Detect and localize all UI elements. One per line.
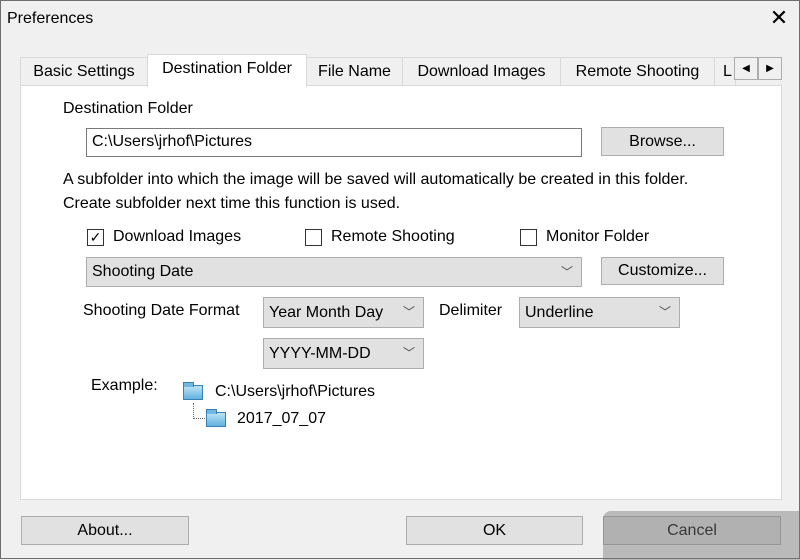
example-label: Example:: [91, 377, 158, 394]
tab-scroll-right-icon[interactable]: ▶: [758, 57, 782, 80]
about-button[interactable]: About...: [21, 516, 189, 545]
window-title: Preferences: [7, 10, 94, 27]
tab-file-name[interactable]: File Name: [306, 57, 403, 86]
date-format-label: Shooting Date Format: [83, 302, 240, 319]
browse-button[interactable]: Browse...: [601, 127, 724, 156]
tab-download-images[interactable]: Download Images: [402, 57, 561, 86]
folder-icon: [183, 382, 203, 400]
chevron-down-icon: ﹀: [560, 265, 573, 279]
date-format-select[interactable]: Year Month Day ﹀: [263, 297, 424, 328]
tab-destination-folder[interactable]: Destination Folder: [147, 54, 307, 87]
date-format-value: Year Month Day: [269, 304, 384, 321]
monitor-folder-checkbox[interactable]: [520, 229, 537, 246]
chevron-down-icon: ﹀: [402, 305, 415, 319]
subfolder-select[interactable]: Shooting Date ﹀: [86, 257, 582, 287]
date-pattern-select[interactable]: YYYY-MM-DD ﹀: [263, 338, 424, 369]
example-root-path: C:\Users\jrhof\Pictures: [215, 383, 376, 400]
remote-shooting-checkbox[interactable]: [305, 229, 322, 246]
subfolder-value: Shooting Date: [92, 263, 194, 280]
close-icon[interactable]: ✕: [767, 5, 791, 31]
delimiter-label: Delimiter: [439, 302, 503, 319]
example-subfolder: 2017_07_07: [237, 410, 326, 427]
customize-button[interactable]: Customize...: [601, 257, 724, 285]
remote-shooting-label[interactable]: Remote Shooting: [331, 228, 455, 246]
tab-truncated[interactable]: L: [714, 57, 736, 86]
download-images-label[interactable]: Download Images: [113, 228, 241, 246]
chevron-down-icon: ﹀: [402, 346, 415, 360]
tab-remote-shooting[interactable]: Remote Shooting: [560, 57, 715, 86]
delimiter-select[interactable]: Underline ﹀: [519, 297, 680, 328]
delimiter-value: Underline: [525, 304, 594, 321]
preferences-window: Preferences ✕ Basic Settings Destination…: [0, 0, 800, 560]
ok-button[interactable]: OK: [406, 516, 583, 545]
chevron-down-icon: ﹀: [658, 305, 671, 319]
download-images-checkbox[interactable]: ✓: [87, 229, 104, 246]
info-text-1: A subfolder into which the image will be…: [63, 171, 689, 188]
date-pattern-value: YYYY-MM-DD: [269, 345, 371, 362]
tab-scroll-left-icon[interactable]: ◀: [734, 57, 758, 80]
tree-connector: [193, 403, 205, 419]
tab-basic-settings[interactable]: Basic Settings: [20, 57, 148, 86]
monitor-folder-label[interactable]: Monitor Folder: [546, 228, 649, 246]
folder-icon: [206, 409, 226, 427]
destination-folder-label: Destination Folder: [63, 100, 193, 117]
watermark-logo: [603, 511, 800, 560]
info-text-2: Create subfolder next time this function…: [63, 195, 401, 212]
destination-folder-input[interactable]: C:\Users\jrhof\Pictures: [86, 128, 582, 157]
